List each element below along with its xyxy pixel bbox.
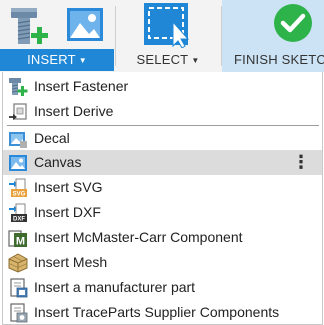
menu-item-label: Insert a manufacturer part [34, 279, 196, 295]
insert-group[interactable]: INSERT ▼ [0, 0, 114, 72]
menu-item-insert-manufacturer-part[interactable]: Insert a manufacturer part [3, 275, 322, 300]
svg-text:M: M [16, 236, 25, 248]
insert-button[interactable]: INSERT ▼ [0, 49, 114, 71]
menu-item-canvas[interactable]: Canvas ⋮ [3, 150, 322, 175]
insert-dropdown-menu: Insert Fastener Insert Derive Decal Canv [2, 72, 323, 325]
traceparts-icon [10, 303, 28, 323]
dxf-file-icon: DXF [9, 203, 27, 223]
caret-down-icon: ▼ [78, 56, 87, 65]
check-circle-icon [274, 4, 312, 42]
fastener-plus-icon [11, 8, 48, 44]
selection-cursor-icon [144, 3, 190, 48]
menu-item-label: Insert McMaster-Carr Component [34, 229, 243, 245]
menu-item-label: Insert TraceParts Supplier Components [34, 304, 280, 320]
menu-item-label: Insert Derive [34, 103, 114, 119]
svg-file-icon: SVG [9, 178, 27, 198]
menu-item-label: Insert Fastener [34, 78, 129, 94]
toolbar: INSERT▼ SELECT▼ FINISH SKETCH [0, 0, 324, 72]
menu-item-insert-fastener[interactable]: Insert Fastener [3, 74, 322, 99]
more-options-icon[interactable]: ⋮ [292, 150, 310, 175]
menu-item-insert-dxf[interactable]: DXF Insert DXF [3, 200, 322, 225]
svg-text:DXF: DXF [13, 217, 25, 223]
mcmaster-icon: M [8, 230, 27, 248]
menu-item-insert-traceparts[interactable]: Insert TraceParts Supplier Components [3, 300, 322, 325]
select-button[interactable]: SELECT ▼ [116, 49, 220, 71]
finish-sketch-group[interactable]: FINISH SKETCH [222, 0, 324, 72]
menu-item-insert-mcmaster-carr[interactable]: M Insert McMaster-Carr Component [3, 225, 322, 250]
menu-item-insert-mesh[interactable]: Insert Mesh [3, 250, 322, 275]
caret-down-icon: ▼ [191, 56, 200, 65]
menu-item-insert-svg[interactable]: SVG Insert SVG [3, 175, 322, 200]
menu-item-label: Insert Mesh [34, 254, 108, 270]
fastener-plus-icon [9, 78, 28, 96]
canvas-image-icon [9, 155, 27, 171]
select-group[interactable]: SELECT ▼ [116, 0, 220, 72]
menu-item-insert-derive[interactable]: Insert Derive [3, 99, 322, 124]
menu-item-label: Canvas [34, 154, 82, 170]
finish-sketch-button[interactable]: FINISH SKETCH [222, 49, 324, 71]
manufacturer-part-icon [10, 278, 28, 298]
image-icon [67, 8, 103, 41]
menu-item-label: Insert SVG [34, 179, 103, 195]
svg-text:SVG: SVG [13, 192, 26, 198]
menu-item-label: Decal [34, 130, 70, 146]
decal-icon [9, 132, 27, 148]
mesh-icon [8, 253, 28, 273]
derive-icon [9, 103, 27, 120]
menu-item-label: Insert DXF [34, 204, 101, 220]
menu-item-decal[interactable]: Decal [3, 126, 322, 151]
